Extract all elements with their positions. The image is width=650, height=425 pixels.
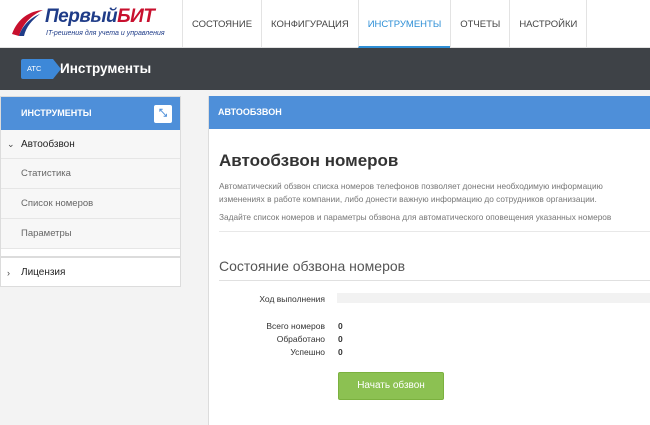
section-title: Состояние обзвона номеров [219, 258, 406, 274]
sidebar-item-parameters[interactable]: Параметры [1, 219, 180, 249]
progress-bar [337, 293, 650, 303]
sidebar-item-license[interactable]: › Лицензия [1, 256, 180, 286]
page-title: Инструменты [60, 61, 152, 76]
nav-tab-configuration[interactable]: КОНФИГУРАЦИЯ [261, 0, 358, 48]
description-line: Автоматический обзвон списка номеров тел… [219, 181, 603, 191]
sidebar: ИНСТРУМЕНТЫ ⤡ ⌄ Автообзвон Статистика Сп… [0, 96, 181, 287]
sidebar-item-number-list[interactable]: Список номеров [1, 189, 180, 219]
sidebar-header: ИНСТРУМЕНТЫ ⤡ [1, 97, 180, 130]
divider [219, 231, 650, 232]
sidebar-header-label: ИНСТРУМЕНТЫ [21, 108, 92, 118]
chevron-down-icon: ⌄ [7, 139, 15, 149]
stat-label-total: Всего номеров [266, 321, 325, 331]
progress-label: Ход выполнения [259, 294, 325, 304]
sidebar-item-statistics[interactable]: Статистика [1, 159, 180, 189]
panel-header: АВТООБЗВОН [209, 96, 650, 129]
logo-subtitle: IT-решения для учета и управления [46, 30, 165, 37]
main-panel: АВТООБЗВОН Автообзвон номеров Автоматиче… [208, 96, 650, 425]
nav-tab-tools[interactable]: ИНСТРУМЕНТЫ [357, 0, 451, 48]
nav-tab-status[interactable]: СОСТОЯНИЕ [182, 0, 261, 48]
stat-label-success: Успешно [290, 347, 325, 357]
description-hint: Задайте список номеров и параметры обзво… [219, 212, 612, 222]
divider [219, 280, 650, 281]
collapse-icon[interactable]: ⤡ [154, 105, 172, 123]
stat-value-total: 0 [338, 321, 343, 331]
nav-tab-reports[interactable]: ОТЧЕТЫ [450, 0, 509, 48]
top-header: ПервыйБИТ IT-решения для учета и управле… [0, 0, 650, 48]
logo[interactable]: ПервыйБИТ IT-решения для учета и управле… [0, 0, 182, 48]
stat-value-processed: 0 [338, 334, 343, 344]
logo-name: ПервыйБИТ [45, 6, 155, 27]
start-dialing-button[interactable]: Начать обзвон [338, 372, 444, 400]
description-line: изменениях в работе компании, либо донес… [219, 194, 597, 204]
ats-badge[interactable]: АТС [21, 59, 61, 79]
nav-tab-settings[interactable]: НАСТРОЙКИ [509, 0, 588, 48]
stat-value-success: 0 [338, 347, 343, 357]
sidebar-item-autodial[interactable]: ⌄ Автообзвон [1, 130, 180, 159]
stat-label-processed: Обработано [276, 334, 325, 344]
chevron-right-icon: › [7, 268, 10, 278]
top-navigation: СОСТОЯНИЕ КОНФИГУРАЦИЯ ИНСТРУМЕНТЫ ОТЧЕТ… [182, 0, 588, 48]
logo-swoosh-icon [12, 10, 43, 36]
sidebar-item-label: Автообзвон [21, 139, 75, 150]
content-title: Автообзвон номеров [219, 151, 399, 170]
sidebar-item-label: Лицензия [21, 267, 66, 278]
